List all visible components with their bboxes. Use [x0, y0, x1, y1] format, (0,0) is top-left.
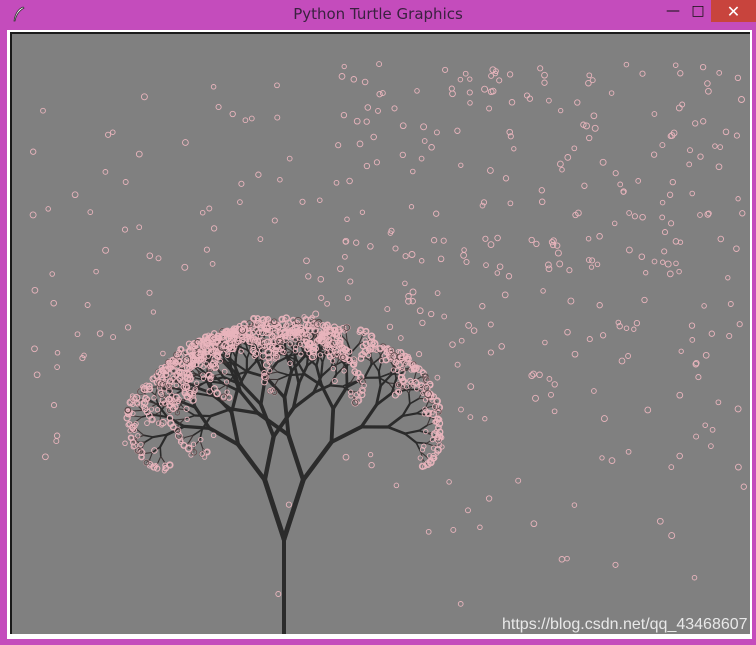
cherry-tree-drawing: [29, 61, 747, 634]
window-title: Python Turtle Graphics: [293, 5, 463, 23]
maximize-button[interactable]: □: [683, 0, 713, 22]
title-bar[interactable]: Python Turtle Graphics — □ ✕: [0, 0, 756, 29]
turtle-canvas[interactable]: [12, 34, 750, 634]
blossoms: [29, 61, 747, 607]
close-button[interactable]: ✕: [711, 0, 756, 22]
turtle-window: Python Turtle Graphics — □ ✕ https://blo…: [0, 0, 756, 645]
watermark-text: https://blog.csdn.net/qq_43468607: [502, 616, 748, 633]
